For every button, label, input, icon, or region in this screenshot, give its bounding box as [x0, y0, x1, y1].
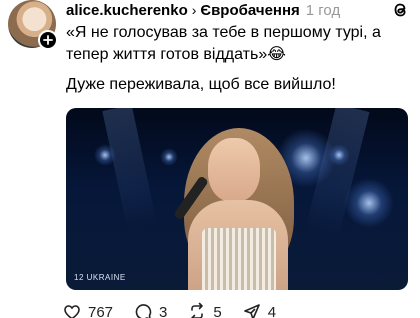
chevron-right-icon: ›	[191, 1, 197, 18]
heart-icon	[64, 305, 80, 318]
singer-face	[208, 138, 260, 202]
stage-light	[94, 144, 116, 166]
like-button[interactable]: 767	[62, 302, 113, 318]
repost-button[interactable]: 5	[187, 302, 222, 318]
comment-button[interactable]: 3	[133, 302, 167, 318]
post-time: 1 год	[305, 1, 341, 19]
stage-light	[328, 144, 350, 166]
post-text-secondary: Дуже переживала, щоб все вийшло!	[66, 76, 336, 93]
repost-icon	[191, 302, 204, 318]
follow-plus-icon[interactable]	[38, 30, 58, 50]
like-count: 767	[88, 303, 114, 318]
stage-beam	[102, 108, 157, 229]
stage-light	[160, 148, 178, 166]
topic-tag[interactable]: Євробачення	[200, 3, 299, 18]
video-player[interactable]: 12 UKRAINE	[66, 108, 408, 290]
comment-count: 3	[159, 303, 168, 318]
video-caption: 12 UKRAINE	[74, 273, 126, 282]
post-header: alice.kucherenko › Євробачення 1 год	[66, 0, 380, 20]
comment-icon	[135, 304, 152, 318]
send-icon	[243, 304, 260, 318]
share-button[interactable]: 4	[242, 302, 276, 318]
username-link[interactable]: alice.kucherenko	[66, 3, 188, 18]
post-text: «Я не голосував за тебе в першому турі, …	[66, 24, 381, 63]
stage-light	[344, 178, 394, 228]
action-bar: 767 3 5 4	[62, 302, 276, 318]
dress-fringe	[202, 228, 276, 290]
threads-icon[interactable]	[390, 0, 410, 20]
share-count: 4	[267, 303, 277, 318]
repost-count: 5	[213, 303, 222, 318]
